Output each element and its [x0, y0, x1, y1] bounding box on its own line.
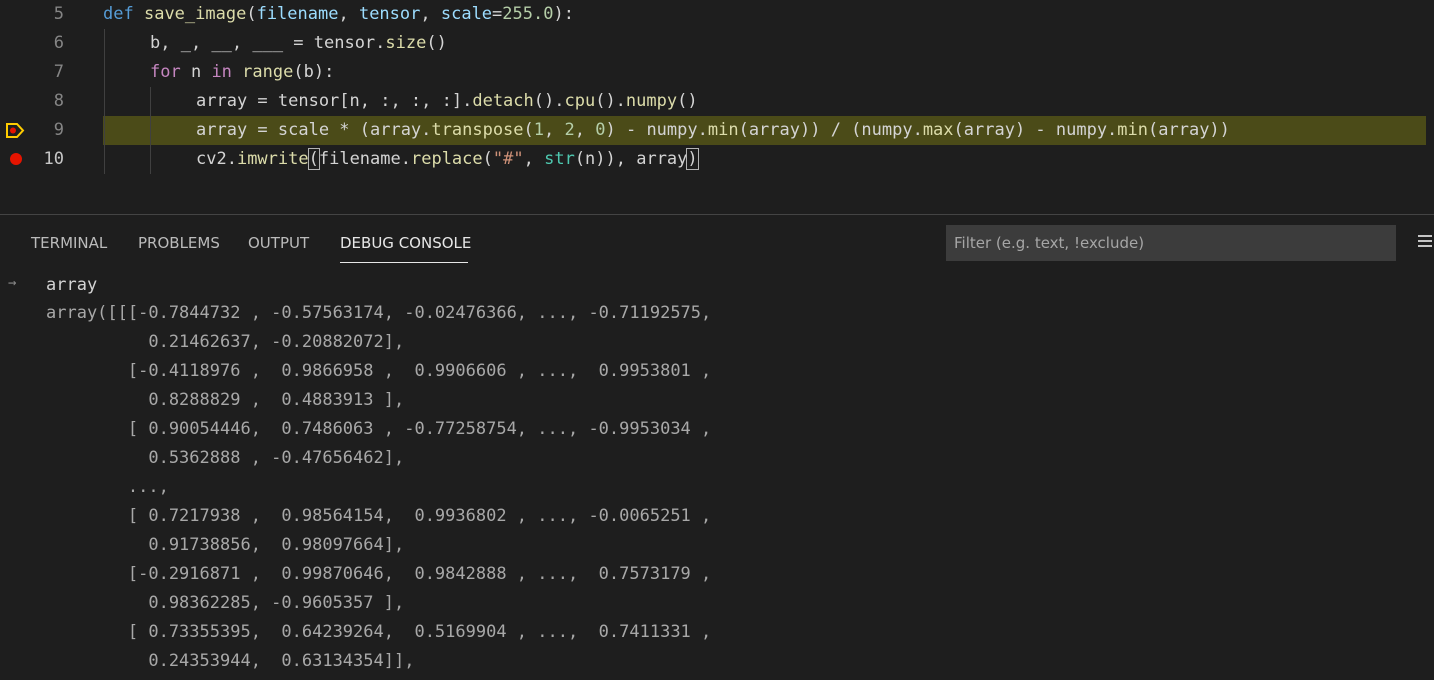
indent-guide	[150, 87, 151, 116]
code-line-9-current[interactable]: 9 array = scale * (array.transpose(1, 2,…	[0, 116, 1434, 145]
more-actions-icon[interactable]	[1418, 235, 1434, 251]
console-output-line: ...,	[46, 477, 169, 497]
indent-guide	[104, 87, 105, 116]
console-input-echo: array	[46, 275, 98, 295]
indent-guide	[104, 116, 105, 145]
filter-input[interactable]	[946, 225, 1396, 261]
tab-problems[interactable]: PROBLEMS	[138, 234, 220, 252]
debug-console-output[interactable]: → array array([[[-0.7844732 , -0.5756317…	[0, 271, 1434, 680]
code-line-7[interactable]: 7 for n in range(b):	[0, 58, 1434, 87]
tab-terminal[interactable]: TERMINAL	[31, 234, 107, 252]
console-output-line: 0.5362888 , -0.47656462],	[46, 448, 405, 468]
console-output-line: [-0.2916871 , 0.99870646, 0.9842888 , ..…	[46, 564, 712, 584]
code-text[interactable]: def save_image(filename, tensor, scale=2…	[103, 4, 574, 24]
indent-guide	[104, 58, 105, 87]
indent-guide	[104, 145, 105, 174]
code-line-8[interactable]: 8 array = tensor[n, :, :, :].detach().cp…	[0, 87, 1434, 116]
code-text[interactable]: array = tensor[n, :, :, :].detach().cpu(…	[196, 91, 698, 111]
code-editor[interactable]: 5 def save_image(filename, tensor, scale…	[0, 0, 1434, 214]
code-line-10[interactable]: 10 cv2.imwrite(filename.replace("#", str…	[0, 145, 1434, 174]
line-number: 7	[53, 62, 64, 82]
code-text[interactable]: for n in range(b):	[150, 62, 334, 82]
console-output-line: 0.91738856, 0.98097664],	[46, 535, 405, 555]
code-line-5[interactable]: 5 def save_image(filename, tensor, scale…	[0, 0, 1434, 29]
console-output-line: 0.21462637, -0.20882072],	[46, 332, 405, 352]
console-output-line: [-0.4118976 , 0.9866958 , 0.9906606 , ..…	[46, 361, 712, 381]
code-text[interactable]: b, _, __, ___ = tensor.size()	[150, 33, 447, 53]
console-output-line: 0.8288829 , 0.4883913 ],	[46, 390, 405, 410]
console-output-line: 0.98362285, -0.9605357 ],	[46, 593, 405, 613]
code-text[interactable]: array = scale * (array.transpose(1, 2, 0…	[196, 120, 1230, 140]
line-number: 5	[53, 4, 64, 24]
indent-guide	[104, 29, 105, 58]
console-output-line: [ 0.7217938 , 0.98564154, 0.9936802 , ..…	[46, 506, 712, 526]
console-output-line: [ 0.90054446, 0.7486063 , -0.77258754, .…	[46, 419, 712, 439]
input-arrow-icon: →	[8, 275, 17, 291]
indent-guide	[150, 116, 151, 145]
console-output-line: [ 0.73355395, 0.64239264, 0.5169904 , ..…	[46, 622, 712, 642]
breakpoint-icon[interactable]	[10, 153, 22, 165]
line-number: 6	[53, 33, 64, 53]
tab-output[interactable]: OUTPUT	[248, 234, 309, 252]
bottom-panel: TERMINAL PROBLEMS OUTPUT DEBUG CONSOLE →…	[0, 214, 1434, 680]
code-line-6[interactable]: 6 b, _, __, ___ = tensor.size()	[0, 29, 1434, 58]
code-text[interactable]: cv2.imwrite(filename.replace("#", str(n)…	[196, 148, 699, 170]
console-output-line: array([[[-0.7844732 , -0.57563174, -0.02…	[46, 303, 712, 323]
console-output-line: 0.24353944, 0.63134354]],	[46, 651, 415, 671]
line-number: 9	[53, 120, 64, 140]
tab-debug-console[interactable]: DEBUG CONSOLE	[340, 234, 471, 252]
indent-guide	[150, 145, 151, 174]
line-number: 10	[43, 149, 64, 169]
active-tab-indicator	[340, 262, 468, 263]
line-number: 8	[53, 91, 64, 111]
